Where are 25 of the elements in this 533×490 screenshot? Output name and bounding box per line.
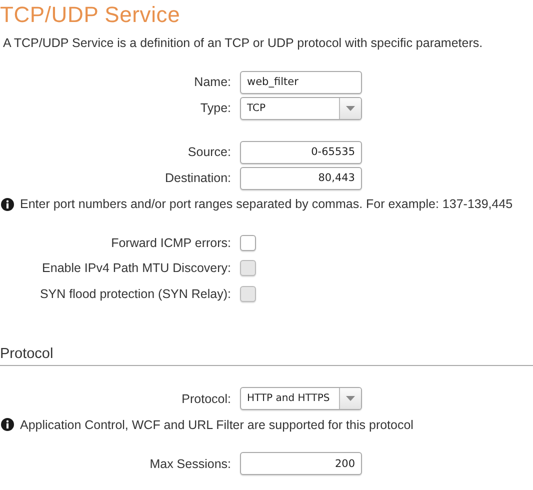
field-label: Source:: [186, 145, 231, 159]
field-label: Enable IPv4 Path MTU Discovery:: [41, 261, 231, 276]
description-text: A TCP/UDP Service is a definition of an TCP or UDP protocol with specific parameters.: [3, 35, 484, 51]
field-label: Protocol:: [180, 392, 231, 406]
caret-icon: [346, 106, 355, 110]
info-icon: [1, 198, 14, 210]
dropdown[interactable]: TCP: [240, 96, 362, 120]
field-label: Max Sessions:: [148, 456, 231, 470]
dropdown[interactable]: HTTP and HTTPS: [240, 387, 362, 410]
input-field[interactable]: 0-65535: [240, 140, 362, 164]
field-label: Destination:: [164, 171, 231, 185]
field-label: Name:: [193, 75, 231, 89]
field-label: Forward ICMP errors:: [110, 236, 231, 250]
input-field[interactable]: 200: [240, 452, 362, 475]
checkbox[interactable]: [240, 234, 256, 251]
section-heading: Protocol: [0, 344, 54, 364]
page-title: TCP/UDP Service: [0, 1, 182, 28]
input-field[interactable]: web_filter: [240, 70, 362, 94]
field-label: SYN flood protection (SYN Relay):: [38, 286, 231, 301]
info-text: Enter port numbers and/or port ranges separated by commas. For example: 137-139,445: [20, 197, 513, 211]
input-field[interactable]: 80,443: [240, 166, 362, 190]
info-icon: [1, 418, 14, 431]
field-label: Type:: [199, 101, 231, 115]
caret-icon: [346, 396, 355, 401]
info-text: Application Control, WCF and URL Filter are supported for this protocol: [20, 418, 414, 432]
